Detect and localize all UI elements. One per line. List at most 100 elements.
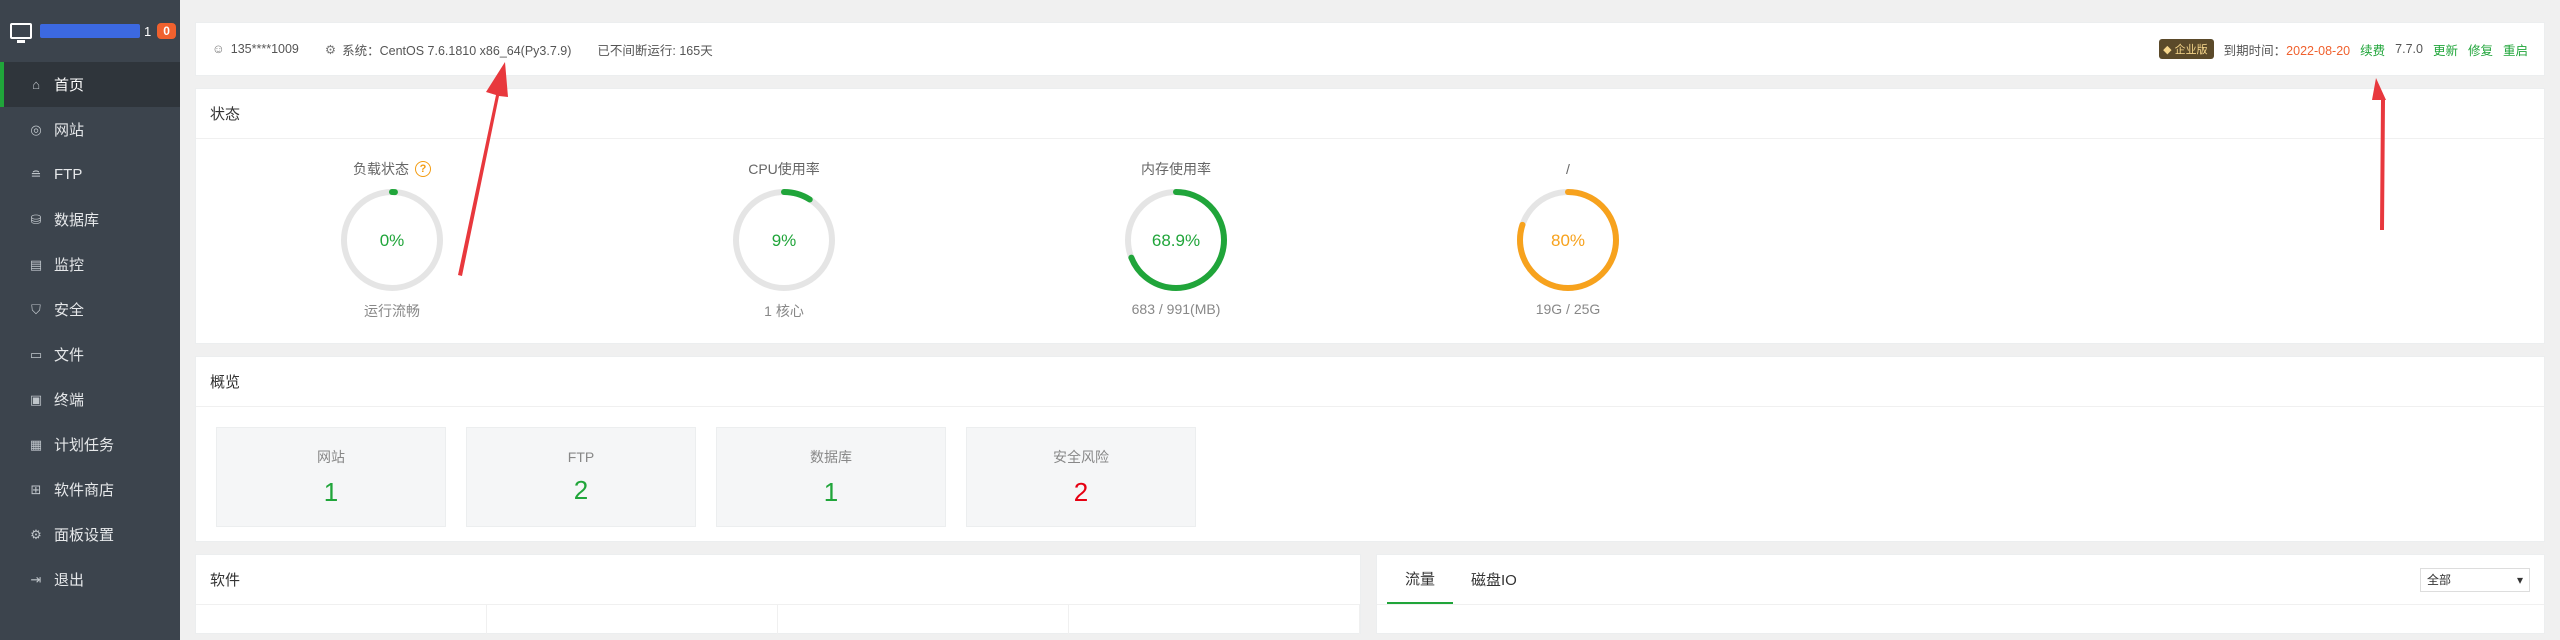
gauge-ring: 80% [1517, 189, 1619, 291]
ftp-icon: ≘ [30, 166, 42, 182]
gauge-0[interactable]: 负载状态? 0% 运行流畅 [196, 159, 588, 321]
gauge-label-text: 负载状态 [353, 161, 409, 177]
gauge-value: 0% [380, 231, 405, 250]
sidebar-item-settings[interactable]: ⚙ 面板设置 [0, 512, 180, 557]
overview-box-title: 数据库 [810, 448, 852, 465]
user-icon: ☺ [212, 42, 225, 56]
overview-box-value: 2 [1073, 476, 1089, 507]
software-slot[interactable] [487, 605, 778, 635]
overview-box-value: 1 [323, 476, 339, 507]
status-title: 状态 [196, 89, 2544, 139]
software-slot[interactable] [778, 605, 1069, 635]
sidebar-item-label: 文件 [54, 347, 85, 364]
repair-link[interactable]: 修复 [2468, 40, 2493, 59]
system-text: 系统：CentOS 7.6.1810 x86_64(Py3.7.9) [342, 43, 572, 58]
gauge-label-text: / [1566, 161, 1570, 177]
overview-box-title: 网站 [317, 448, 345, 465]
sidebar-item-label: 监控 [54, 257, 85, 274]
restart-link[interactable]: 重启 [2503, 40, 2528, 59]
gauge-ring: 9% [733, 189, 835, 291]
sidebar-item-security[interactable]: ⛉ 安全 [0, 287, 180, 332]
gauge-ring: 68.9% [1125, 189, 1227, 291]
globe-icon: ◎ [30, 121, 42, 137]
sidebar-item-home[interactable]: ⌂ 首页 [0, 62, 180, 107]
overview-box-title: 安全风险 [1053, 448, 1109, 465]
sidebar-item-website[interactable]: ◎ 网站 [0, 107, 180, 152]
sidebar-item-monitor[interactable]: ▤ 监控 [0, 242, 180, 287]
gauge-1[interactable]: CPU使用率 9% 1 核心 [588, 159, 980, 321]
gear-icon: ⚙ [30, 526, 42, 542]
software-slot[interactable] [1069, 605, 1360, 635]
bottom-row: 软件 流量 磁盘IO 全部 ▾ [195, 554, 2545, 635]
license-area: ◆ 企业版 到期时间：2022-08-20 续费 7.7.0 更新 修复 重启 [2159, 39, 2528, 59]
status-panel: 状态 负载状态? 0% 运行流畅 CPU使用率 9% 1 核心 内存使用率 68.9% 683 … [195, 88, 2545, 344]
network-select[interactable]: 全部 ▾ [2420, 567, 2530, 592]
server-ip-tail: 1 [144, 23, 152, 39]
sidebar-nav: ⌂ 首页 ◎ 网站 ≘ FTP ⛁ 数据库 ▤ 监控 ⛉ 安全 ▭ 文件 ▣ 终端 ▦ 计划任务 … [0, 62, 180, 602]
expire-info: 到期时间：2022-08-20 [2224, 40, 2350, 59]
overview-box-value: 1 [823, 476, 839, 507]
sidebar-item-label: FTP [54, 166, 83, 183]
gauge-subtext: 1 核心 [764, 303, 804, 319]
tab-traffic[interactable]: 流量 [1387, 555, 1454, 604]
main-content: ☺ 135****1009 ⚙ 系统：CentOS 7.6.1810 x86_6… [195, 22, 2545, 635]
expire-date: 2022-08-20 [2286, 43, 2351, 58]
sidebar-item-label: 终端 [54, 392, 85, 409]
overview-security-risk[interactable]: 安全风险 2 [966, 427, 1196, 527]
gauge-2[interactable]: 内存使用率 68.9% 683 / 991(MB) [980, 159, 1372, 321]
sidebar-item-label: 首页 [54, 77, 85, 94]
server-ip-redacted [40, 24, 140, 38]
gauge-subtext: 683 / 991(MB) [1131, 301, 1221, 317]
tab-disk-io[interactable]: 磁盘IO [1453, 555, 1535, 604]
sidebar-item-label: 面板设置 [54, 527, 115, 544]
calendar-icon: ▦ [29, 436, 43, 452]
gauge-label: CPU使用率 [748, 159, 820, 179]
gauge-value: 9% [772, 231, 797, 250]
folder-icon: ▭ [29, 346, 43, 362]
gauge-label-text: CPU使用率 [748, 161, 820, 177]
sidebar-item-ftp[interactable]: ≘ FTP [0, 152, 180, 197]
expire-label: 到期时间： [2223, 43, 2287, 58]
sidebar-item-store[interactable]: ⊞ 软件商店 [0, 467, 180, 512]
sidebar-item-label: 安全 [54, 302, 85, 319]
overview-database[interactable]: 数据库 1 [716, 427, 946, 527]
software-grid [196, 605, 1360, 635]
gauge-ring: 0% [341, 189, 443, 291]
sidebar-item-label: 数据库 [54, 212, 100, 229]
network-select-value: 全部 [2427, 573, 2452, 587]
sidebar-item-cron[interactable]: ▦ 计划任务 [0, 422, 180, 467]
sidebar-item-label: 退出 [54, 572, 85, 589]
overview-ftp[interactable]: FTP 2 [466, 427, 696, 527]
chevron-down-icon: ▾ [2516, 572, 2523, 587]
logout-icon: ⇥ [30, 571, 42, 587]
update-link[interactable]: 更新 [2433, 40, 2458, 59]
sidebar-item-terminal[interactable]: ▣ 终端 [0, 377, 180, 422]
diamond-icon: ◆ [2163, 44, 2172, 56]
sidebar-item-files[interactable]: ▭ 文件 [0, 332, 180, 377]
overview-title: 概览 [196, 357, 2544, 407]
server-brand[interactable]: 1 0 [0, 0, 180, 62]
sidebar-item-database[interactable]: ⛁ 数据库 [0, 197, 180, 242]
sidebar-item-label: 软件商店 [54, 482, 115, 499]
overview-websites[interactable]: 网站 1 [216, 427, 446, 527]
software-slot[interactable] [196, 605, 487, 635]
overview-panel: 概览 网站 1 FTP 2 数据库 1 安全风险 2 [195, 356, 2545, 542]
sidebar-item-label: 网站 [54, 122, 85, 139]
gauge-label: 内存使用率 [1141, 159, 1211, 179]
gauge-label: / [1566, 159, 1570, 179]
shield-icon: ⛉ [31, 301, 41, 317]
gauge-3[interactable]: / 80% 19G / 25G [1372, 159, 1764, 321]
version-text: 7.7.0 [2395, 42, 2423, 56]
monitor-icon: ▤ [29, 256, 43, 272]
sidebar-item-logout[interactable]: ⇥ 退出 [0, 557, 180, 602]
help-icon[interactable]: ? [415, 161, 431, 177]
gauge-label-text: 内存使用率 [1141, 161, 1211, 177]
home-icon: ⌂ [32, 77, 40, 92]
gauge-subtext: 运行流畅 [364, 303, 420, 319]
renew-link[interactable]: 续费 [2360, 40, 2385, 59]
gauge-label: 负载状态? [353, 159, 431, 179]
message-count-badge[interactable]: 0 [157, 23, 176, 39]
overview-box-title: FTP [567, 448, 595, 465]
gauge-value: 68.9% [1152, 231, 1200, 250]
monitor-icon [10, 23, 32, 43]
